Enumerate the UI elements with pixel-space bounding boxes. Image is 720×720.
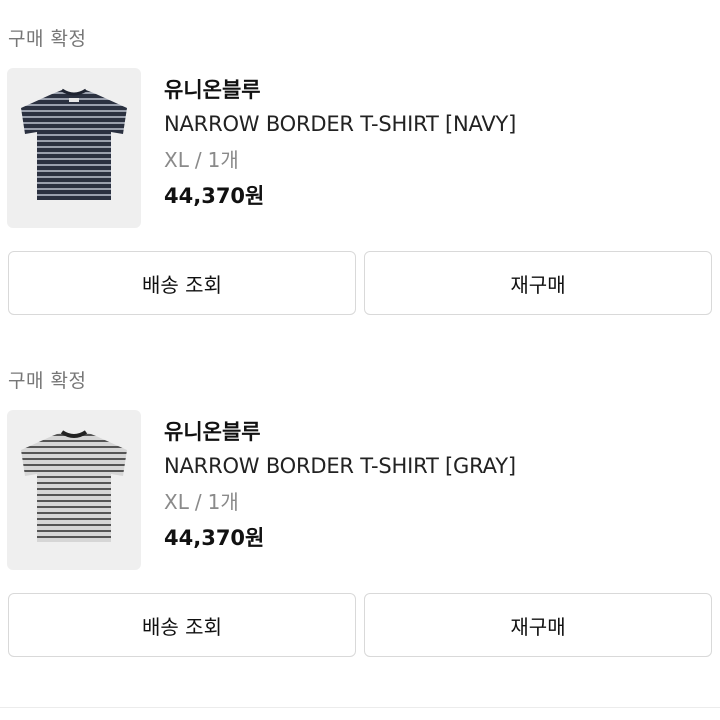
option-size: XL (164, 490, 189, 514)
product-price: 44,370원 (164, 526, 265, 550)
option-separator: / (194, 490, 202, 514)
product-thumbnail[interactable] (7, 68, 141, 228)
brand-name[interactable]: 유니온블루 (164, 74, 516, 106)
order-status: 구매 확정 (8, 28, 87, 50)
tshirt-image (21, 88, 127, 200)
product-thumbnail[interactable] (7, 410, 141, 570)
product-name[interactable]: NARROW BORDER T-SHIRT [NAVY] (164, 106, 516, 142)
product-name[interactable]: NARROW BORDER T-SHIRT [GRAY] (164, 448, 516, 484)
divider (0, 707, 720, 708)
product-price: 44,370원 (164, 184, 265, 208)
option-quantity: 1개 (207, 490, 239, 514)
track-delivery-button[interactable]: 배송 조회 (8, 251, 356, 315)
order-status: 구매 확정 (8, 370, 87, 392)
product-option: XL/1개 (164, 484, 516, 520)
product-info: 유니온블루 NARROW BORDER T-SHIRT [GRAY] XL/1개… (164, 416, 516, 556)
tshirt-image (21, 430, 127, 542)
rebuy-button[interactable]: 재구매 (364, 251, 712, 315)
rebuy-button[interactable]: 재구매 (364, 593, 712, 657)
track-delivery-button[interactable]: 배송 조회 (8, 593, 356, 657)
brand-name[interactable]: 유니온블루 (164, 416, 516, 448)
product-info: 유니온블루 NARROW BORDER T-SHIRT [NAVY] XL/1개… (164, 74, 516, 214)
product-option: XL/1개 (164, 142, 516, 178)
option-size: XL (164, 148, 189, 172)
option-separator: / (194, 148, 202, 172)
option-quantity: 1개 (207, 148, 239, 172)
